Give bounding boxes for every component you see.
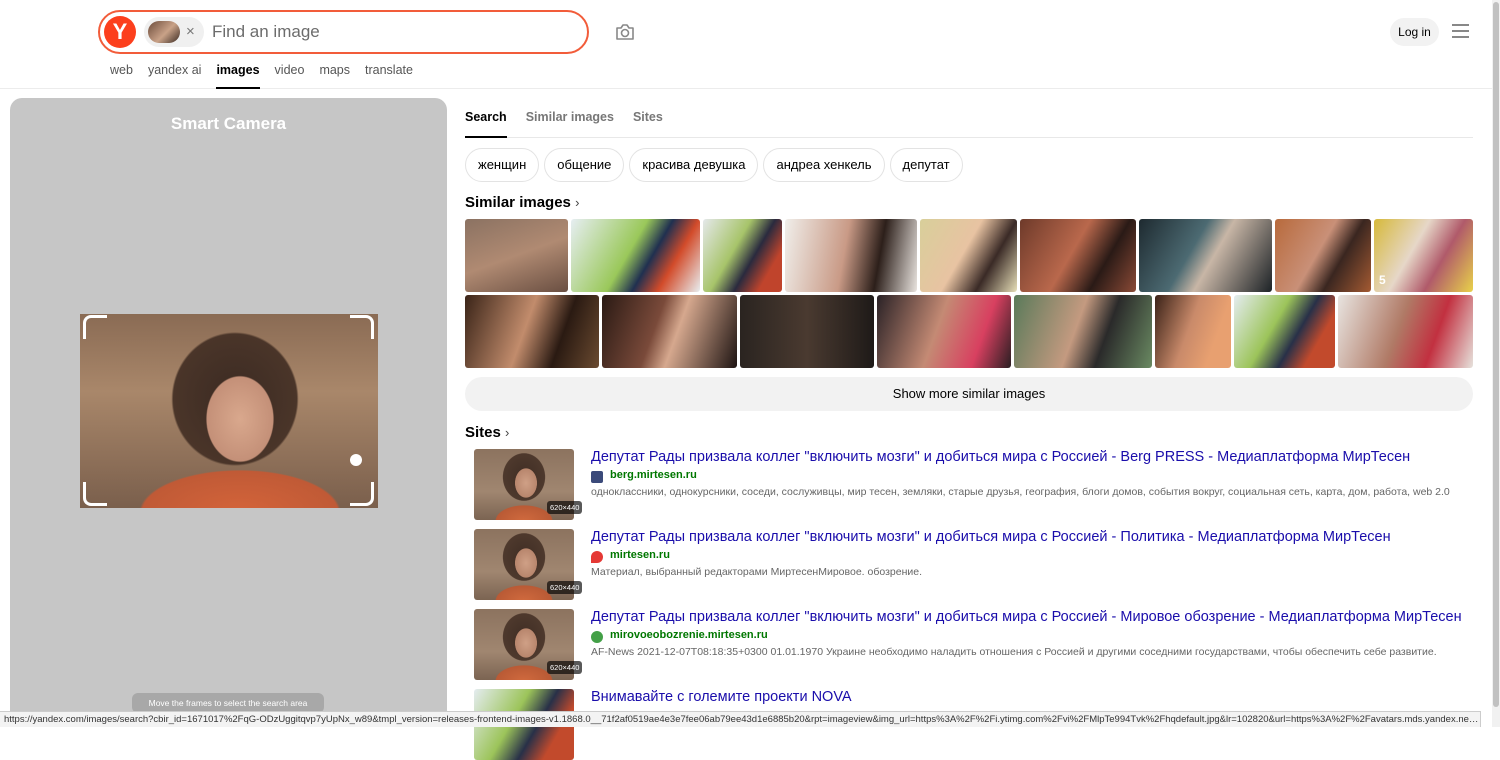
- status-bar-url: https://yandex.com/images/search?cbir_id…: [0, 711, 1481, 727]
- tag-chip[interactable]: красива девушка: [629, 148, 759, 182]
- query-image-chip[interactable]: ×: [144, 17, 204, 47]
- tag-list: женщин общение красива девушка андреа хе…: [465, 148, 963, 182]
- similar-image-thumb[interactable]: [1155, 295, 1231, 368]
- result-domain[interactable]: mirovoeobozrenie.mirtesen.ru: [610, 629, 768, 641]
- result-thumbnail[interactable]: 620×440: [474, 449, 583, 520]
- favicon-icon: [591, 631, 603, 643]
- similar-image-thumb[interactable]: [1139, 219, 1272, 292]
- similar-image-thumb[interactable]: [1014, 295, 1152, 368]
- tab-sites[interactable]: Sites: [633, 98, 663, 138]
- video-badge: 5: [1379, 273, 1386, 287]
- smart-camera-title: Smart Camera: [170, 114, 287, 133]
- search-box[interactable]: Y ×: [98, 10, 589, 54]
- result-domain[interactable]: berg.mirtesen.ru: [610, 469, 697, 481]
- similar-image-thumb[interactable]: [1020, 219, 1136, 292]
- result-title-link[interactable]: Депутат Рады призвала коллег "включить м…: [591, 529, 1391, 545]
- yandex-logo[interactable]: Y: [104, 16, 136, 48]
- result-domain[interactable]: mirtesen.ru: [610, 549, 670, 561]
- result-title-link[interactable]: Депутат Рады призвала коллег "включить м…: [591, 449, 1410, 465]
- show-more-similar-button[interactable]: Show more similar images: [465, 377, 1473, 411]
- tab-similar-images[interactable]: Similar images: [526, 98, 614, 138]
- crop-handle-top-right[interactable]: [350, 315, 374, 339]
- similar-images-heading[interactable]: Similar images ›: [465, 194, 579, 211]
- tag-chip[interactable]: женщин: [465, 148, 540, 182]
- nav-web[interactable]: web: [110, 60, 133, 89]
- similar-image-thumb[interactable]: [465, 219, 568, 292]
- service-nav: web yandex ai images video maps translat…: [110, 60, 428, 89]
- result-description: Материал, выбранный редакторами Миртесен…: [591, 566, 922, 578]
- nav-yandex-ai[interactable]: yandex ai: [148, 60, 202, 89]
- similar-image-thumb[interactable]: [571, 219, 700, 292]
- header: Y × Log in web yandex ai images video ma…: [0, 0, 1492, 89]
- nav-video[interactable]: video: [275, 60, 305, 89]
- object-marker-dot[interactable]: [350, 454, 362, 466]
- tag-chip[interactable]: андреа хенкель: [763, 148, 885, 182]
- similar-image-thumb[interactable]: [740, 295, 874, 368]
- query-image-thumbnail: [148, 21, 180, 43]
- result-title-link[interactable]: Депутат Рады призвала коллег "включить м…: [591, 609, 1462, 625]
- crop-handle-top-left[interactable]: [83, 315, 107, 339]
- crop-handle-bottom-right[interactable]: [350, 482, 374, 506]
- result-thumbnail[interactable]: 620×440: [474, 609, 583, 680]
- crop-handle-bottom-left[interactable]: [83, 482, 107, 506]
- nav-maps[interactable]: maps: [319, 60, 350, 89]
- similar-image-thumb[interactable]: [1338, 295, 1473, 368]
- similar-image-thumb[interactable]: [1275, 219, 1371, 292]
- image-size-badge: 620×440: [547, 661, 583, 674]
- favicon-icon: [591, 551, 603, 563]
- result-title-link[interactable]: Внимавайте с големите проекти NOVA: [591, 689, 852, 705]
- menu-icon[interactable]: [1452, 24, 1469, 38]
- result-description: одноклассники, однокурсники, соседи, сос…: [591, 486, 1450, 498]
- query-image-shoulders: [80, 453, 378, 508]
- results-panel: Search Similar images Sites женщин общен…: [455, 98, 1483, 760]
- smart-camera-panel: Smart Camera Move the frames to select t…: [10, 98, 447, 727]
- similar-image-thumb[interactable]: [703, 219, 782, 292]
- tag-chip[interactable]: депутат: [889, 148, 963, 182]
- result-thumbnail[interactable]: 620×440: [474, 529, 583, 600]
- chevron-right-icon: ›: [505, 425, 510, 440]
- similar-image-thumb[interactable]: [1234, 295, 1335, 368]
- camera-search-icon[interactable]: [614, 21, 636, 43]
- sites-heading-label: Sites: [465, 424, 501, 441]
- sites-heading[interactable]: Sites ›: [465, 424, 509, 441]
- search-input[interactable]: [212, 18, 572, 46]
- similar-image-thumb[interactable]: [920, 219, 1017, 292]
- similar-image-thumb[interactable]: [465, 295, 599, 368]
- chevron-right-icon: ›: [575, 195, 580, 210]
- login-button[interactable]: Log in: [1390, 18, 1439, 46]
- similar-image-thumb[interactable]: [602, 295, 737, 368]
- similar-image-thumb[interactable]: 5: [1374, 219, 1473, 292]
- image-size-badge: 620×440: [547, 581, 583, 594]
- image-size-badge: 620×440: [547, 501, 583, 514]
- tab-search[interactable]: Search: [465, 98, 507, 138]
- result-tabs: Search Similar images Sites: [465, 98, 1473, 138]
- tag-chip[interactable]: общение: [544, 148, 625, 182]
- similar-image-thumb[interactable]: [785, 219, 917, 292]
- nav-images[interactable]: images: [216, 60, 260, 89]
- similar-images-heading-label: Similar images: [465, 194, 571, 211]
- crop-hint: Move the frames to select the search are…: [132, 693, 324, 713]
- result-description: AF-News 2021-12-07T08:18:35+0300 01.01.1…: [591, 646, 1437, 658]
- clear-icon[interactable]: ×: [186, 21, 195, 43]
- page-scrollbar[interactable]: [1492, 0, 1500, 727]
- favicon-icon: [591, 471, 603, 483]
- similar-image-thumb[interactable]: [877, 295, 1011, 368]
- nav-translate[interactable]: translate: [365, 60, 413, 89]
